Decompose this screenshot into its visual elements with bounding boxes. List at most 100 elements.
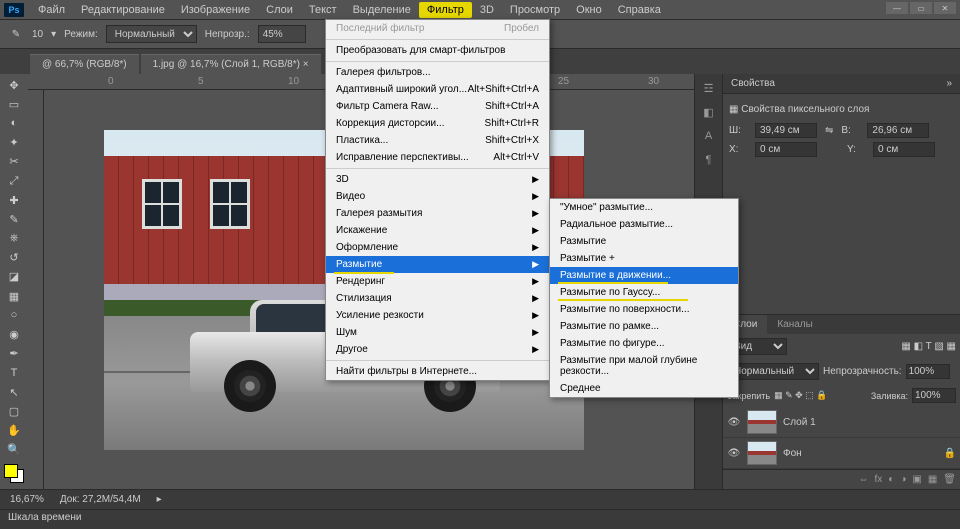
opacity-label: Непрозр.: [205, 29, 250, 40]
filter-menu-item[interactable]: Рендеринг▶ [326, 273, 549, 290]
opacity-input[interactable] [258, 25, 306, 43]
stamp-tool[interactable]: ⎈ [2, 230, 26, 248]
document-tab[interactable]: 1.jpg @ 16,7% (Слой 1, RGB/8*) × [141, 54, 321, 74]
mask-icon[interactable]: ◐ [888, 474, 894, 485]
timeline-panel[interactable]: Шкала времени [0, 509, 960, 529]
filter-menu-item[interactable]: Преобразовать для смарт-фильтров [326, 42, 549, 59]
crop-tool[interactable]: ✂ [2, 153, 26, 171]
filter-menu-item[interactable]: 3D▶ [326, 171, 549, 188]
menu-текст[interactable]: Текст [301, 2, 345, 18]
shape-tool[interactable]: ▢ [2, 402, 26, 420]
x-input[interactable] [755, 142, 817, 157]
eraser-tool[interactable]: ◪ [2, 268, 26, 286]
menu-справка[interactable]: Справка [610, 2, 669, 18]
filter-menu-item[interactable]: Адаптивный широкий угол...Alt+Shift+Ctrl… [326, 81, 549, 98]
lasso-tool[interactable]: ◐ [2, 114, 26, 132]
heal-tool[interactable]: ✚ [2, 191, 26, 209]
y-input[interactable] [873, 142, 935, 157]
filter-menu-item[interactable]: Исправление перспективы...Alt+Ctrl+V [326, 149, 549, 166]
blur-submenu-item[interactable]: Размытие по фигуре... [550, 335, 738, 352]
blur-submenu: "Умное" размытие...Радиальное размытие..… [549, 198, 739, 398]
filter-menu-item[interactable]: Галерея размытия▶ [326, 205, 549, 222]
history-brush-tool[interactable]: ↺ [2, 249, 26, 267]
filter-menu-item[interactable]: Шум▶ [326, 324, 549, 341]
document-tab[interactable]: @ 66,7% (RGB/8*) [30, 54, 139, 74]
width-input[interactable] [755, 123, 817, 138]
filter-menu-item[interactable]: Видео▶ [326, 188, 549, 205]
color-icon[interactable]: ◧ [699, 102, 719, 122]
menu-просмотр[interactable]: Просмотр [502, 2, 568, 18]
maximize-button[interactable]: ▭ [910, 2, 932, 14]
link-icon[interactable]: ⇔ [859, 474, 869, 485]
layer-row[interactable]: 👁 Фон 🔒 [723, 438, 960, 469]
menu-окно[interactable]: Окно [568, 2, 610, 18]
dodge-tool[interactable]: ◉ [2, 325, 26, 343]
marquee-tool[interactable]: ▭ [2, 95, 26, 113]
minimize-button[interactable]: — [886, 2, 908, 14]
close-button[interactable]: ✕ [934, 2, 956, 14]
gradient-tool[interactable]: ▦ [2, 287, 26, 305]
filter-menu-item[interactable]: Размытие▶ [326, 256, 549, 273]
filter-menu-item[interactable]: Коррекция дисторсии...Shift+Ctrl+R [326, 115, 549, 132]
filter-menu-item[interactable]: Фильтр Camera Raw...Shift+Ctrl+A [326, 98, 549, 115]
filter-menu-item[interactable]: Оформление▶ [326, 239, 549, 256]
blur-submenu-item[interactable]: Размытие при малой глубине резкости... [550, 352, 738, 380]
menu-выделение[interactable]: Выделение [345, 2, 419, 18]
adjust-icon[interactable]: ◑ [900, 474, 906, 485]
filter-menu-item[interactable]: Искажение▶ [326, 222, 549, 239]
height-input[interactable] [867, 123, 929, 138]
filter-menu-item[interactable]: Пластика...Shift+Ctrl+X [326, 132, 549, 149]
blur-submenu-item[interactable]: Размытие по Гауссу... [550, 284, 738, 301]
tab-channels[interactable]: Каналы [767, 315, 823, 334]
color-swatches[interactable] [4, 464, 24, 483]
blur-submenu-item[interactable]: Размытие по рамке... [550, 318, 738, 335]
blur-tool[interactable]: ○ [2, 306, 26, 324]
menu-фильтр[interactable]: Фильтр [419, 2, 472, 18]
layer-opacity-input[interactable] [906, 364, 950, 379]
menu-изображение[interactable]: Изображение [173, 2, 258, 18]
blur-submenu-item[interactable]: Размытие в движении... [550, 267, 738, 284]
brush-tool[interactable]: ✎ [2, 210, 26, 228]
eyedropper-tool[interactable]: ⤢ [2, 172, 26, 190]
layer-row[interactable]: 👁 Слой 1 [723, 407, 960, 438]
folder-icon[interactable]: ▣ [912, 474, 921, 485]
menu-редактирование[interactable]: Редактирование [73, 2, 173, 18]
zoom-tool[interactable]: 🔍 [2, 441, 26, 459]
filter-menu-item[interactable]: Усиление резкости▶ [326, 307, 549, 324]
brush-size[interactable]: 10 [32, 29, 43, 40]
blend-mode-select[interactable]: Нормальный [106, 25, 197, 43]
visibility-icon[interactable]: 👁 [727, 417, 741, 428]
trash-icon[interactable]: 🗑 [943, 474, 956, 485]
hand-tool[interactable]: ✋ [2, 421, 26, 439]
move-tool[interactable]: ✥ [2, 76, 26, 94]
blur-submenu-item[interactable]: Размытие [550, 233, 738, 250]
para-icon[interactable]: ¶ [699, 150, 719, 170]
filter-menu-item[interactable]: Галерея фильтров... [326, 64, 549, 81]
blur-submenu-item[interactable]: Среднее [550, 380, 738, 397]
pen-tool[interactable]: ✒ [2, 345, 26, 363]
layer-fill-input[interactable] [912, 388, 956, 403]
new-layer-icon[interactable]: ▦ [928, 474, 937, 485]
visibility-icon[interactable]: 👁 [727, 448, 741, 459]
char-icon[interactable]: A [699, 126, 719, 146]
type-tool[interactable]: T [2, 364, 26, 382]
filter-menu-item[interactable]: Другое▶ [326, 341, 549, 358]
blur-submenu-item[interactable]: Размытие по поверхности... [550, 301, 738, 318]
layer-thumbnail [747, 441, 777, 465]
wand-tool[interactable]: ✦ [2, 134, 26, 152]
blur-submenu-item[interactable]: Радиальное размытие... [550, 216, 738, 233]
history-icon[interactable]: ☲ [699, 78, 719, 98]
blur-submenu-item[interactable]: Размытие + [550, 250, 738, 267]
filter-menu-item[interactable]: Стилизация▶ [326, 290, 549, 307]
zoom-level[interactable]: 16,67% [10, 494, 44, 505]
filter-menu-item[interactable]: Найти фильтры в Интернете... [326, 363, 549, 380]
fx-icon[interactable]: fx [875, 474, 883, 485]
tools-panel: ✥ ▭ ◐ ✦ ✂ ⤢ ✚ ✎ ⎈ ↺ ◪ ▦ ○ ◉ ✒ T ↖ ▢ ✋ 🔍 [0, 74, 28, 489]
brush-icon[interactable]: ✎ [8, 26, 24, 42]
layer-blend-select[interactable]: Нормальный [727, 363, 819, 380]
menu-слои[interactable]: Слои [258, 2, 301, 18]
menu-файл[interactable]: Файл [30, 2, 73, 18]
menu-3d[interactable]: 3D [472, 2, 502, 18]
blur-submenu-item[interactable]: "Умное" размытие... [550, 199, 738, 216]
path-tool[interactable]: ↖ [2, 383, 26, 401]
